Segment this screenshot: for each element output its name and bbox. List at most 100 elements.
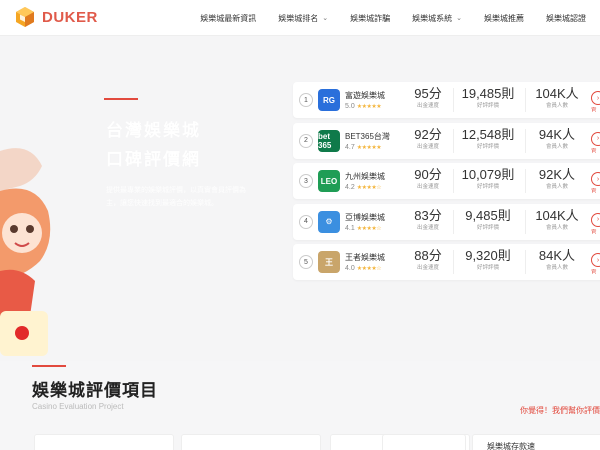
rank-number: 2 bbox=[299, 133, 313, 148]
reviews-stat: 9,485則 好評評價 bbox=[453, 208, 523, 233]
casino-rating: 4.7 ★★★★★ bbox=[345, 144, 405, 151]
casino-name[interactable]: BET365台灣 bbox=[345, 131, 405, 142]
arrow-right-icon: › bbox=[591, 131, 600, 146]
reviews-stat: 19,485則好評評價 bbox=[453, 86, 523, 111]
stat-divider bbox=[525, 88, 526, 112]
rank-number: 1 bbox=[299, 93, 313, 107]
casino-logo-icon: RG bbox=[318, 89, 340, 111]
stat-label: 會員人數 bbox=[545, 184, 568, 191]
visit-site-label: 官 bbox=[591, 108, 597, 112]
ranking-row[interactable]: 3 LEO 九州娛樂城 4.2 ★★★★☆ 90分 出金速度 10,079則 好評評價 92K人… bbox=[293, 163, 600, 200]
stat-label: 好評評價 bbox=[476, 103, 499, 109]
score-stat: 92分 出金速度 bbox=[403, 127, 453, 152]
evaluation-cards: 娛樂城存款速 bbox=[34, 434, 600, 450]
ranking-row[interactable]: 5 王王者娛樂城 4.0 ★★★★☆ 88分 出金速度 9,320則 好評評價 84K人 會員人… bbox=[293, 244, 600, 281]
hero-title: 台灣娛樂城 口碑評價網 bbox=[106, 116, 201, 174]
top-header: DUKER 娛樂城最新資訊 娛樂城排名 ⌄ 娛樂城詐騙 娛樂城系統 ⌄ 娛樂城推薦 娛樂城認證 bbox=[0, 0, 600, 36]
members-stat: 94K人 會員人數 bbox=[525, 127, 589, 152]
casino-logo-icon: 王 bbox=[318, 251, 340, 274]
arrow-right-icon: › bbox=[591, 253, 600, 268]
nav-item-1[interactable]: 娛樂城排名 ⌄ bbox=[278, 13, 328, 24]
section-subtitle: Casino Evaluation Project bbox=[32, 402, 124, 411]
reviews-stat: 9,320則 好評評價 bbox=[453, 248, 523, 273]
casino-name[interactable]: 王者娛樂城 bbox=[345, 252, 405, 263]
casino-logo-text: bet 365 bbox=[318, 131, 332, 150]
nav-item-3[interactable]: 娛樂城系統 ⌄ bbox=[412, 13, 462, 24]
visit-site-button[interactable]: › 官 bbox=[591, 169, 600, 193]
nav-item-4[interactable]: 娛樂城推薦 bbox=[484, 13, 524, 24]
evaluation-card[interactable]: 娛樂城存款速 bbox=[472, 434, 600, 450]
members-stat: 104K人 會員人數 bbox=[525, 208, 589, 233]
nav-item-5[interactable]: 娛樂城認證 bbox=[546, 13, 586, 24]
chevron-down-icon: ⌄ bbox=[322, 15, 329, 22]
rating-value: 4.1 bbox=[345, 224, 355, 232]
star-rating-icon: ★★★★★ bbox=[356, 144, 382, 151]
stat-divider bbox=[453, 250, 454, 275]
visit-site-button[interactable]: › 官 bbox=[591, 129, 600, 153]
evaluation-card[interactable] bbox=[382, 434, 466, 450]
casino-info: 九州娛樂城 4.2 ★★★★☆ bbox=[345, 171, 405, 191]
stat-label: 會員人數 bbox=[545, 103, 568, 109]
hero-description: 提供最專業的娛樂城評價，以真實會員評價為主，讓您快速找到最適合的娛樂城。 bbox=[106, 187, 246, 207]
stat-value: 94K人 bbox=[538, 126, 576, 142]
stat-divider bbox=[453, 209, 454, 234]
evaluation-card[interactable] bbox=[181, 434, 321, 450]
casino-rating: 5.0 ★★★★★ bbox=[345, 103, 405, 110]
nav-item-label: 娛樂城排名 bbox=[278, 13, 319, 23]
casino-logo-icon: ⚙ bbox=[318, 210, 340, 233]
nav-item-label: 娛樂城系統 bbox=[412, 13, 453, 23]
stat-label: 出金速度 bbox=[416, 224, 439, 231]
nav-item-label: 娛樂城詐騙 bbox=[350, 13, 391, 23]
casino-name[interactable]: 富遊娛樂城 bbox=[345, 90, 405, 101]
brand-logo[interactable]: DUKER bbox=[14, 6, 98, 28]
score-stat: 90分 出金速度 bbox=[403, 167, 453, 192]
evaluate-link[interactable]: 你覺得！我們幫你評價 bbox=[520, 405, 600, 416]
star-rating-icon: ★★★★★ bbox=[356, 104, 382, 110]
ranking-row[interactable]: 1 RG 富遊娛樂城 5.0 ★★★★★ 95分 出金速度 19,485則 好評評價 104K人… bbox=[293, 82, 600, 118]
stat-divider bbox=[453, 88, 454, 112]
casino-name[interactable]: 九州娛樂城 bbox=[345, 171, 405, 182]
stat-value: 84K人 bbox=[538, 248, 576, 264]
stat-divider bbox=[525, 209, 526, 234]
casino-logo-text: LEO bbox=[320, 176, 338, 186]
rating-value: 4.0 bbox=[345, 265, 355, 273]
casino-info: 王者娛樂城 4.0 ★★★★☆ bbox=[345, 252, 405, 272]
casino-ranking-list: 1 RG 富遊娛樂城 5.0 ★★★★★ 95分 出金速度 19,485則 好評評價 104K人… bbox=[293, 82, 600, 285]
hero-title-line2: 口碑評價網 bbox=[106, 150, 201, 169]
casino-rating: 4.2 ★★★★☆ bbox=[345, 184, 405, 191]
stat-value: 19,485則 bbox=[461, 86, 515, 101]
arrow-right-icon: › bbox=[591, 212, 600, 227]
visit-site-label: 官 bbox=[591, 189, 597, 194]
stat-value: 12,548則 bbox=[461, 126, 515, 142]
visit-site-label: 官 bbox=[591, 229, 597, 234]
stat-label: 好評評價 bbox=[476, 224, 499, 231]
stat-value: 90分 bbox=[414, 167, 442, 183]
nav-item-0[interactable]: 娛樂城最新資訊 bbox=[200, 13, 256, 24]
main-nav: 娛樂城最新資訊 娛樂城排名 ⌄ 娛樂城詐騙 娛樂城系統 ⌄ 娛樂城推薦 娛樂城認證 bbox=[178, 0, 586, 36]
stat-label: 出金速度 bbox=[416, 184, 439, 191]
nav-item-label: 娛樂城認證 bbox=[546, 13, 586, 23]
stat-divider bbox=[453, 169, 454, 194]
ranking-row[interactable]: 4 ⚙ 亞博娛樂城 4.1 ★★★★☆ 83分 出金速度 9,485則 好評評價 104K人 會員… bbox=[293, 203, 600, 240]
nav-item-2[interactable]: 娛樂城詐騙 bbox=[350, 13, 390, 24]
stat-label: 好評評價 bbox=[476, 143, 499, 150]
visit-site-button[interactable]: › 官 bbox=[591, 250, 600, 274]
star-rating-icon: ★★★★☆ bbox=[356, 266, 382, 273]
evaluation-card[interactable] bbox=[34, 434, 174, 450]
visit-site-button[interactable]: › 官 bbox=[591, 210, 600, 234]
stat-value: 104K人 bbox=[535, 86, 579, 101]
members-stat: 84K人 會員人數 bbox=[525, 248, 589, 273]
star-rating-icon: ★★★★☆ bbox=[356, 225, 382, 232]
reviews-stat: 12,548則 好評評價 bbox=[453, 127, 523, 152]
casino-name[interactable]: 亞博娛樂城 bbox=[345, 212, 405, 223]
stat-label: 會員人數 bbox=[545, 224, 568, 231]
casino-logo-text: 王 bbox=[325, 257, 333, 267]
stat-value: 9,320則 bbox=[465, 248, 511, 264]
casino-info: BET365台灣 4.7 ★★★★★ bbox=[345, 131, 405, 151]
casino-rating: 4.0 ★★★★☆ bbox=[345, 265, 405, 272]
members-stat: 92K人 會員人數 bbox=[525, 167, 589, 192]
visit-site-button[interactable]: › 官 bbox=[591, 88, 600, 112]
members-stat: 104K人會員人數 bbox=[525, 86, 589, 111]
ranking-row[interactable]: 2 bet 365 BET365台灣 4.7 ★★★★★ 92分 出金速度 12,548則好… bbox=[293, 122, 600, 159]
star-rating-icon: ★★★★☆ bbox=[356, 185, 382, 192]
